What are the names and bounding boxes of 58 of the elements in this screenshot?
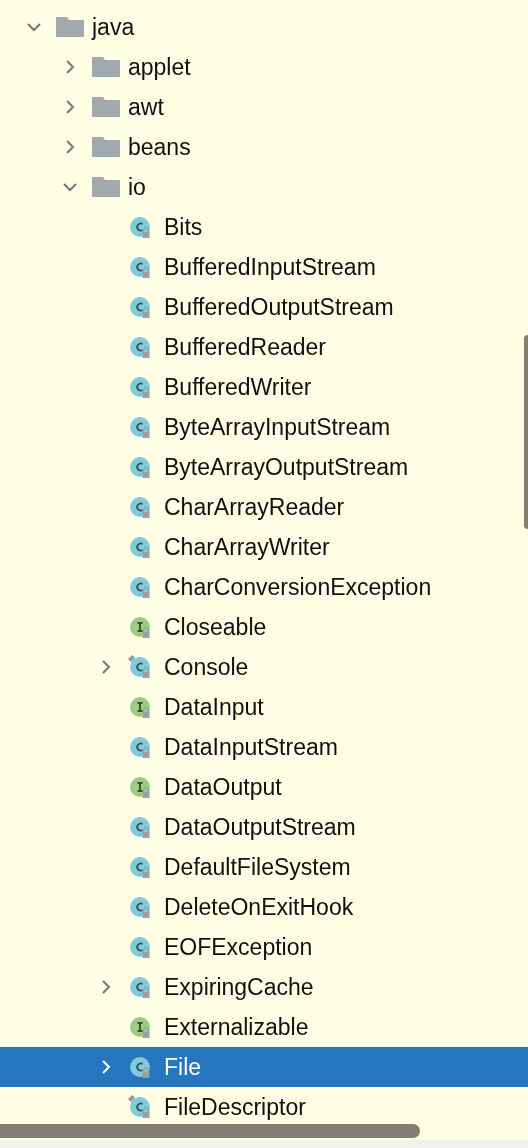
- class-icon: [128, 214, 152, 240]
- class-icon: [128, 374, 152, 400]
- class-icon: [128, 734, 152, 760]
- class-icon: [128, 574, 152, 600]
- tree-row[interactable]: CharArrayWriter: [0, 527, 528, 567]
- class-icon: [128, 814, 152, 840]
- interface-icon: [128, 774, 152, 800]
- tree-row[interactable]: Bits: [0, 207, 528, 247]
- tree-row[interactable]: io: [0, 167, 528, 207]
- tree-row[interactable]: ByteArrayOutputStream: [0, 447, 528, 487]
- tree-row[interactable]: Closeable: [0, 607, 528, 647]
- tree-row[interactable]: CharArrayReader: [0, 487, 528, 527]
- tree-row[interactable]: DataInput: [0, 687, 528, 727]
- folder-icon: [92, 177, 120, 197]
- horizontal-scrollbar[interactable]: [0, 1124, 420, 1138]
- folder-icon: [92, 137, 120, 157]
- tree-row[interactable]: Console: [0, 647, 528, 687]
- folder-icon: [92, 97, 120, 117]
- class-icon: [128, 294, 152, 320]
- pinned-class-icon: [128, 654, 152, 680]
- tree-row[interactable]: applet: [0, 47, 528, 87]
- tree-row[interactable]: beans: [0, 127, 528, 167]
- tree-row[interactable]: File: [0, 1047, 528, 1087]
- tree-row[interactable]: BufferedOutputStream: [0, 287, 528, 327]
- folder-icon: [56, 17, 84, 37]
- class-icon: [128, 414, 152, 440]
- tree-row[interactable]: EOFException: [0, 927, 528, 967]
- tree-row[interactable]: DeleteOnExitHook: [0, 887, 528, 927]
- tree-row[interactable]: ByteArrayInputStream: [0, 407, 528, 447]
- tree-row[interactable]: Externalizable: [0, 1007, 528, 1047]
- class-icon: [128, 934, 152, 960]
- tree-row[interactable]: BufferedInputStream: [0, 247, 528, 287]
- tree-row[interactable]: java: [0, 7, 528, 47]
- class-icon: [128, 494, 152, 520]
- tree-row[interactable]: BufferedReader: [0, 327, 528, 367]
- tree-row[interactable]: BufferedWriter: [0, 367, 528, 407]
- class-icon: [128, 854, 152, 880]
- class-icon: [128, 1054, 152, 1080]
- class-icon: [128, 974, 152, 1000]
- vertical-scrollbar[interactable]: [524, 335, 528, 529]
- tree-row[interactable]: DataOutput: [0, 767, 528, 807]
- tree-row[interactable]: ExpiringCache: [0, 967, 528, 1007]
- interface-icon: [128, 1014, 152, 1040]
- folder-icon: [92, 57, 120, 77]
- tree-row[interactable]: DataInputStream: [0, 727, 528, 767]
- interface-icon: [128, 614, 152, 640]
- interface-icon: [128, 694, 152, 720]
- tree-row[interactable]: DefaultFileSystem: [0, 847, 528, 887]
- tree-row[interactable]: DataOutputStream: [0, 807, 528, 847]
- class-icon: [128, 454, 152, 480]
- tree-row[interactable]: awt: [0, 87, 528, 127]
- class-icon: [128, 334, 152, 360]
- class-icon: [128, 894, 152, 920]
- tree-row[interactable]: CharConversionException: [0, 567, 528, 607]
- tree-row[interactable]: FileDescriptor: [0, 1087, 528, 1127]
- class-icon: [128, 254, 152, 280]
- class-icon: [128, 534, 152, 560]
- pinned-class-icon: [128, 1094, 152, 1120]
